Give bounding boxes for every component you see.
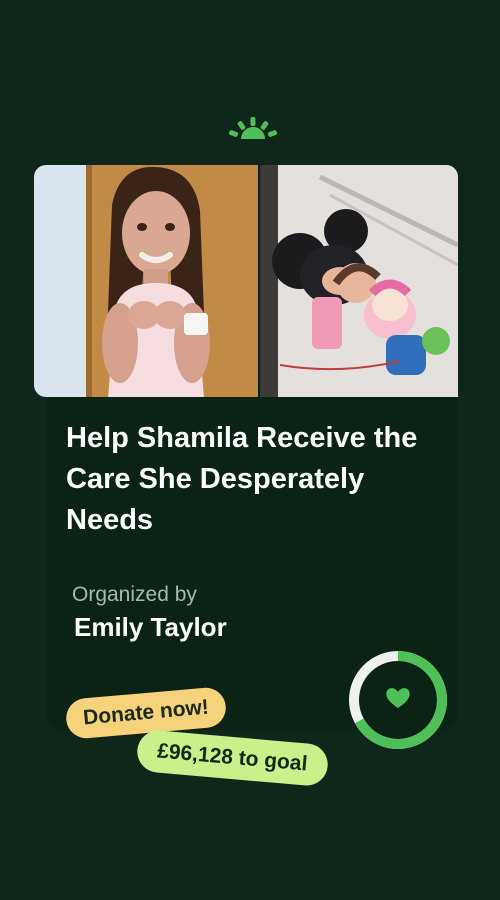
- campaign-title[interactable]: Help Shamila Receive the Care She Desper…: [66, 418, 426, 541]
- organizer-name[interactable]: Emily Taylor: [74, 612, 227, 643]
- campaign-photo-girl: [34, 165, 258, 397]
- goal-badge: £96,128 to goal: [135, 728, 330, 788]
- sunrise-logo-icon: [228, 117, 278, 139]
- progress-ring: [349, 651, 447, 749]
- campaign-photo-hospital: [260, 165, 458, 397]
- organizer-label: Organized by: [72, 583, 197, 606]
